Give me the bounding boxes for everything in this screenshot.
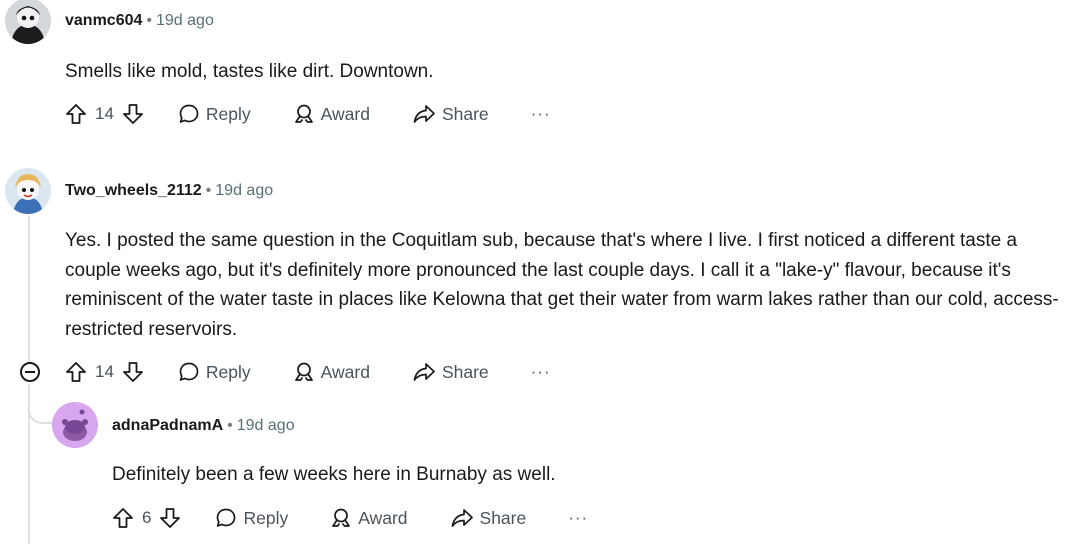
- avatar[interactable]: [52, 402, 98, 448]
- award-icon: [332, 508, 351, 527]
- default-snoo-avatar-icon: [52, 402, 98, 448]
- timestamp[interactable]: 19d ago: [237, 417, 295, 434]
- snoo-avatar-icon: [5, 0, 51, 44]
- award-label: Award: [358, 507, 408, 528]
- upvote-arrow-icon: [66, 362, 86, 382]
- upvote-arrow-icon: [113, 508, 133, 528]
- award-icon: [294, 362, 313, 381]
- reply-label: Reply: [205, 361, 251, 382]
- award-button[interactable]: Award: [293, 103, 370, 125]
- username[interactable]: adnaPadnamA: [112, 417, 223, 434]
- comment-body: Definitely been a few weeks here in Burn…: [112, 464, 556, 485]
- snoo-avatar-icon: [5, 168, 51, 214]
- username[interactable]: Two_wheels_2112: [65, 182, 202, 199]
- vote-count: 6: [142, 508, 152, 527]
- upvote-button[interactable]: [65, 361, 87, 383]
- comment-meta: vanmc604 • 19d ago: [65, 12, 214, 30]
- award-icon: [294, 104, 313, 123]
- upvote-arrow-icon: [66, 104, 86, 124]
- collapse-thread-button[interactable]: [20, 362, 40, 382]
- comment-bubble-icon: [217, 508, 236, 527]
- comment-meta: adnaPadnamA • 19d ago: [112, 417, 295, 435]
- award-button[interactable]: Award: [293, 361, 370, 383]
- vote-count: 14: [95, 362, 114, 381]
- upvote-button[interactable]: [112, 507, 134, 529]
- share-arrow-icon: [413, 363, 435, 381]
- reply-button[interactable]: Reply: [178, 361, 251, 383]
- separator-dot: •: [227, 417, 233, 434]
- share-button[interactable]: Share: [450, 507, 527, 529]
- share-arrow-icon: [451, 509, 473, 527]
- comment-bubble-icon: [179, 362, 199, 381]
- share-button[interactable]: Share: [412, 103, 489, 125]
- reply-button[interactable]: Reply: [178, 103, 251, 125]
- reply-button[interactable]: Reply: [215, 507, 288, 529]
- comment-body: Yes. I posted the same question in the C…: [65, 230, 1059, 340]
- separator-dot: •: [205, 182, 212, 199]
- reply-connector: [28, 388, 52, 424]
- reply-label: Reply: [205, 103, 251, 124]
- avatar[interactable]: [5, 0, 51, 44]
- comment-meta: Two_wheels_2112 • 19d ago: [65, 182, 273, 200]
- share-label: Share: [479, 507, 527, 528]
- timestamp[interactable]: 19d ago: [156, 12, 214, 29]
- thread-line: [28, 215, 30, 365]
- downvote-arrow-icon: [123, 362, 143, 382]
- more-options-button[interactable]: ···: [531, 104, 551, 124]
- award-button[interactable]: Award: [330, 507, 408, 529]
- avatar[interactable]: [5, 168, 51, 214]
- award-label: Award: [320, 103, 370, 124]
- upvote-button[interactable]: [65, 103, 87, 125]
- more-options-button[interactable]: ···: [568, 508, 588, 528]
- vote-count: 14: [95, 104, 114, 123]
- award-label: Award: [320, 361, 370, 382]
- more-options-button[interactable]: ···: [531, 362, 551, 382]
- comment-actions: 14 Reply Award Share ···: [65, 99, 551, 129]
- downvote-button[interactable]: [159, 507, 181, 529]
- username[interactable]: vanmc604: [65, 12, 142, 29]
- comment-actions: 6 Reply Award Share ···: [112, 503, 588, 533]
- share-button[interactable]: Share: [412, 361, 489, 383]
- separator-dot: •: [146, 12, 152, 29]
- comment-body: Smells like mold, tastes like dirt. Down…: [65, 61, 434, 82]
- share-label: Share: [441, 103, 489, 124]
- downvote-button[interactable]: [122, 103, 144, 125]
- share-arrow-icon: [413, 105, 435, 123]
- timestamp[interactable]: 19d ago: [215, 182, 273, 199]
- share-label: Share: [441, 361, 489, 382]
- downvote-button[interactable]: [122, 361, 144, 383]
- reply-label: Reply: [243, 507, 289, 528]
- downvote-arrow-icon: [160, 508, 181, 528]
- downvote-arrow-icon: [123, 104, 143, 124]
- comment-bubble-icon: [179, 104, 199, 123]
- comment-actions: 14 Reply Award Share ···: [65, 357, 551, 387]
